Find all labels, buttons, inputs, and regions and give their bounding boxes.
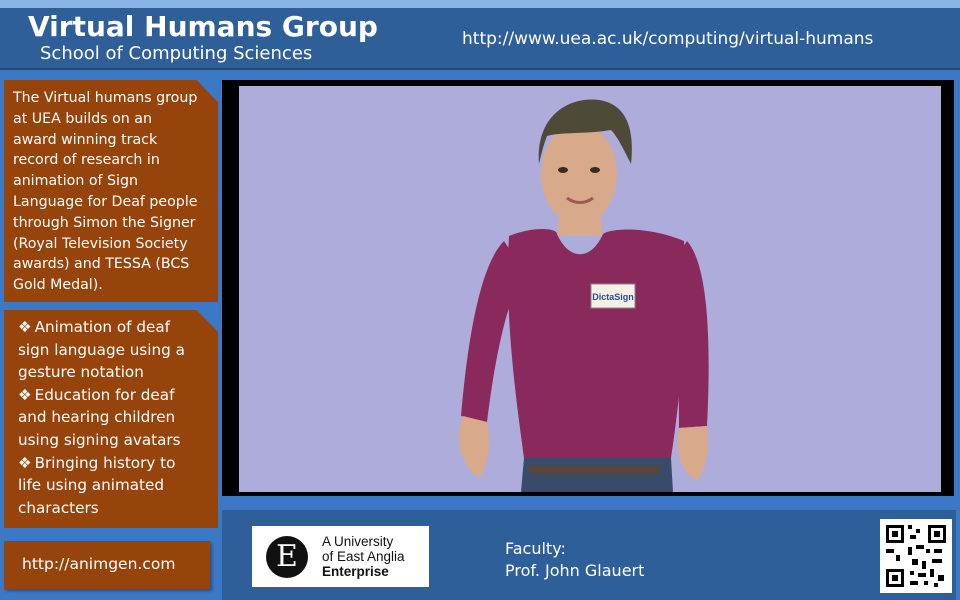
badge-text: DictaSign <box>592 292 634 302</box>
right-eye <box>590 167 600 173</box>
intro-line: through Simon the Signer <box>13 214 196 231</box>
bullet-text: Animation of deaf <box>34 318 170 336</box>
bullet-text: Bringing history to <box>34 453 176 472</box>
bullet-panel: ❖ Animation of deaf sign language using a… <box>4 310 218 528</box>
qr-code-icon <box>880 519 952 593</box>
left-eye <box>558 167 568 173</box>
bullet-text: using signing avatars <box>18 430 181 449</box>
bullet-text: life using animated <box>18 476 165 495</box>
faculty-name: Prof. John Glauert <box>505 561 645 580</box>
diamond-bullet-icon: ❖ <box>18 385 32 404</box>
logo-line: Enterprise <box>322 564 389 579</box>
avatar-video[interactable]: DictaSign <box>239 86 941 492</box>
page-title: Virtual Humans Group <box>28 10 378 43</box>
face <box>541 124 617 224</box>
bullet-text: Education for deaf <box>34 385 175 404</box>
page-subtitle: School of Computing Sciences <box>40 43 313 64</box>
intro-panel: The Virtual humans group at UEA builds o… <box>4 80 218 302</box>
intro-line: record of research in <box>13 152 160 169</box>
intro-line: Gold Medal). <box>13 277 103 294</box>
bullet-item: ❖ Bringing history to life using animated… <box>18 452 212 520</box>
bullet-text: sign language using a <box>18 340 185 359</box>
diamond-bullet-icon: ❖ <box>18 318 32 336</box>
belt <box>529 466 659 474</box>
intro-line: The Virtual humans group <box>13 90 198 106</box>
bullet-item: ❖ Animation of deaf sign language using a… <box>18 316 212 384</box>
intro-line: at UEA builds on an <box>13 110 152 127</box>
bullet-item: ❖ Education for deaf and hearing children… <box>18 384 212 452</box>
bullet-text: gesture notation <box>18 363 144 382</box>
header-banner: Virtual Humans Group School of Computing… <box>0 8 960 70</box>
uea-e-mark-icon: E <box>266 536 308 578</box>
animgen-link[interactable]: http://animgen.com <box>4 541 210 589</box>
logo-line: A University <box>322 534 394 549</box>
intro-line: animation of Sign <box>13 173 138 190</box>
header-url: http://www.uea.ac.uk/computing/virtual-h… <box>462 29 874 49</box>
top-stripe <box>0 0 960 8</box>
qr-code-graphic <box>880 519 952 593</box>
shirt <box>507 229 686 458</box>
jeans <box>521 458 673 492</box>
logo-line: of East Anglia <box>322 549 405 564</box>
intro-line: (Royal Television Society <box>13 235 188 252</box>
diamond-bullet-icon: ❖ <box>18 453 32 472</box>
intro-line: Language for Deaf people <box>13 193 198 210</box>
uea-enterprise-logo: E A University of East Anglia Enterprise <box>252 526 429 587</box>
faculty-label: Faculty: <box>505 539 566 558</box>
intro-line: award winning track <box>13 131 158 148</box>
intro-line: awards) and TESSA (BCS <box>13 256 190 273</box>
bullet-text: characters <box>18 498 99 517</box>
faculty-info: Faculty: Prof. John Glauert <box>505 538 644 582</box>
bullet-text: and hearing children <box>18 408 176 427</box>
signing-avatar-illustration: DictaSign <box>239 86 941 492</box>
